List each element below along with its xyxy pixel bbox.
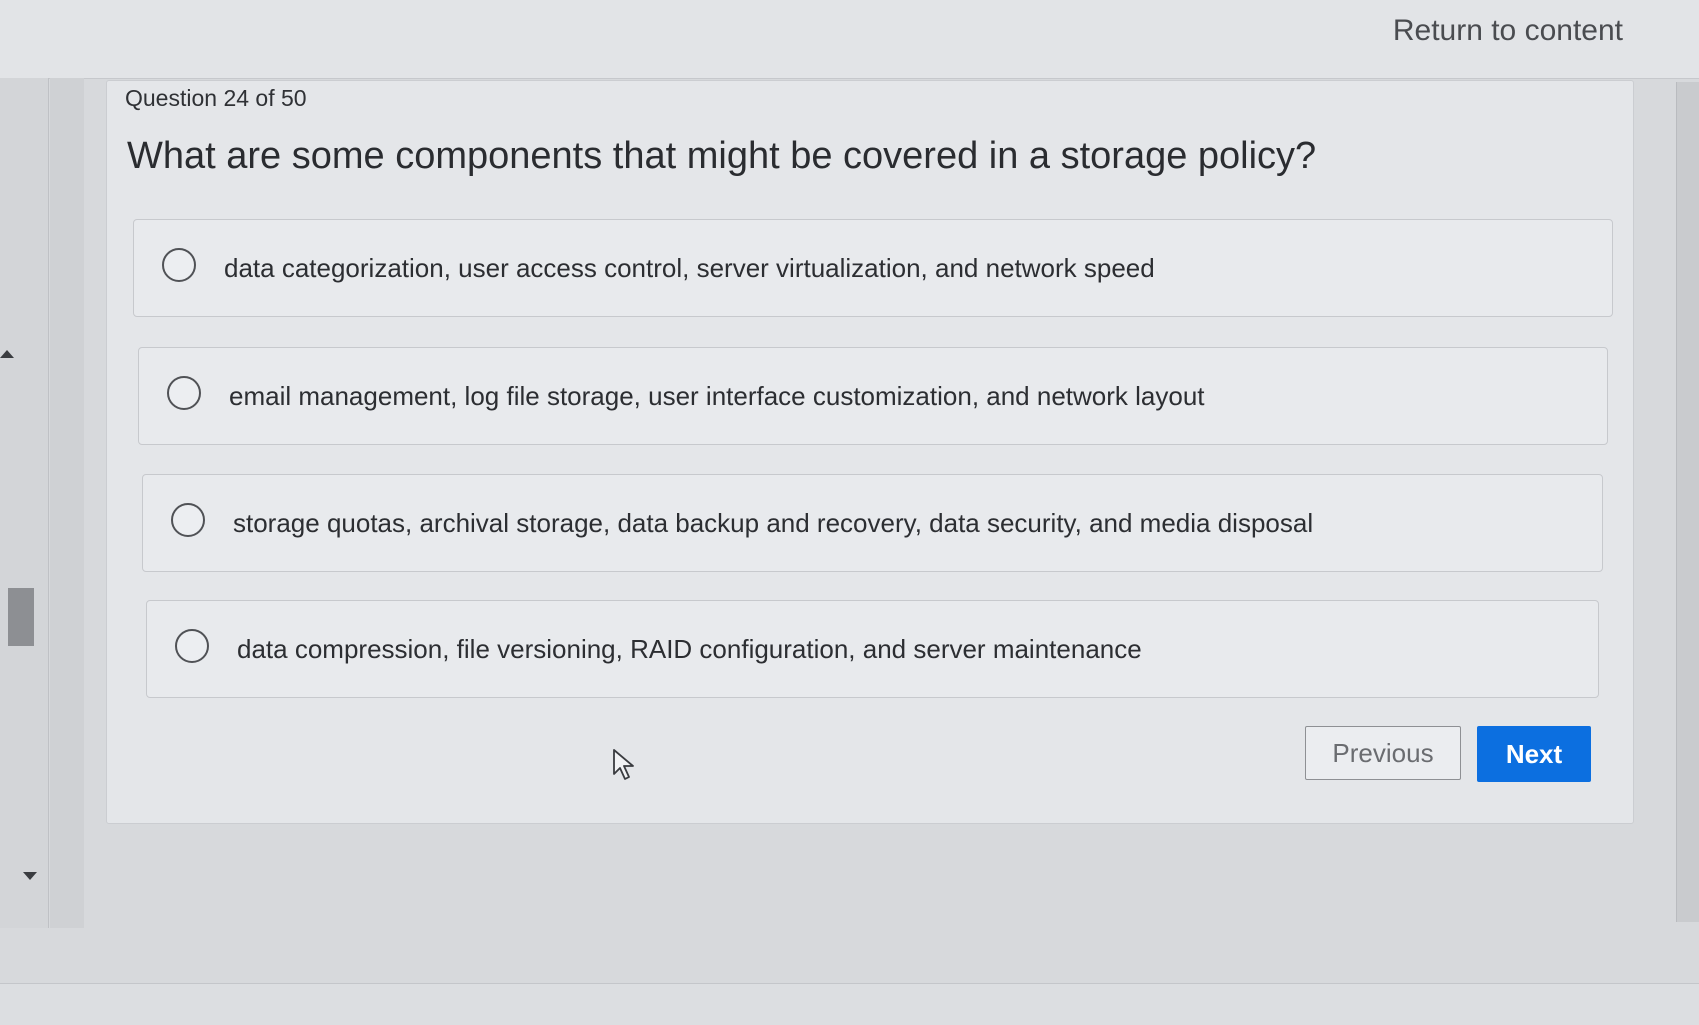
scrollbar-thumb[interactable] (8, 588, 34, 646)
scroll-up-arrow-icon[interactable] (0, 350, 14, 358)
question-counter: Question 24 of 50 (125, 85, 307, 111)
answer-option-label: data categorization, user access control… (224, 253, 1155, 283)
question-card: Question 24 of 50 What are some componen… (106, 80, 1634, 824)
answer-option-3[interactable]: storage quotas, archival storage, data b… (142, 474, 1603, 572)
radio-unselected-icon[interactable] (162, 248, 196, 282)
right-edge-panel (1676, 82, 1699, 922)
answer-option-label: email management, log file storage, user… (229, 381, 1205, 411)
mouse-pointer-icon (613, 749, 634, 780)
return-to-content-link[interactable]: Return to content (1393, 14, 1623, 48)
radio-unselected-icon[interactable] (171, 503, 205, 537)
bottom-strip (0, 984, 1699, 1025)
answer-option-label: data compression, file versioning, RAID … (237, 634, 1142, 664)
scroll-down-arrow-icon[interactable] (23, 872, 37, 880)
radio-unselected-icon[interactable] (167, 376, 201, 410)
answer-option-label: storage quotas, archival storage, data b… (233, 508, 1314, 538)
radio-unselected-icon[interactable] (175, 629, 209, 663)
top-bar: Return to content (0, 0, 1699, 79)
side-gutter (50, 78, 84, 928)
answer-option-4[interactable]: data compression, file versioning, RAID … (146, 600, 1599, 698)
left-scrollbar[interactable] (0, 78, 49, 928)
answer-option-1[interactable]: data categorization, user access control… (133, 219, 1613, 317)
next-button[interactable]: Next (1477, 726, 1591, 782)
previous-button[interactable]: Previous (1305, 726, 1461, 780)
question-text: What are some components that might be c… (127, 135, 1317, 177)
answer-option-2[interactable]: email management, log file storage, user… (138, 347, 1608, 445)
